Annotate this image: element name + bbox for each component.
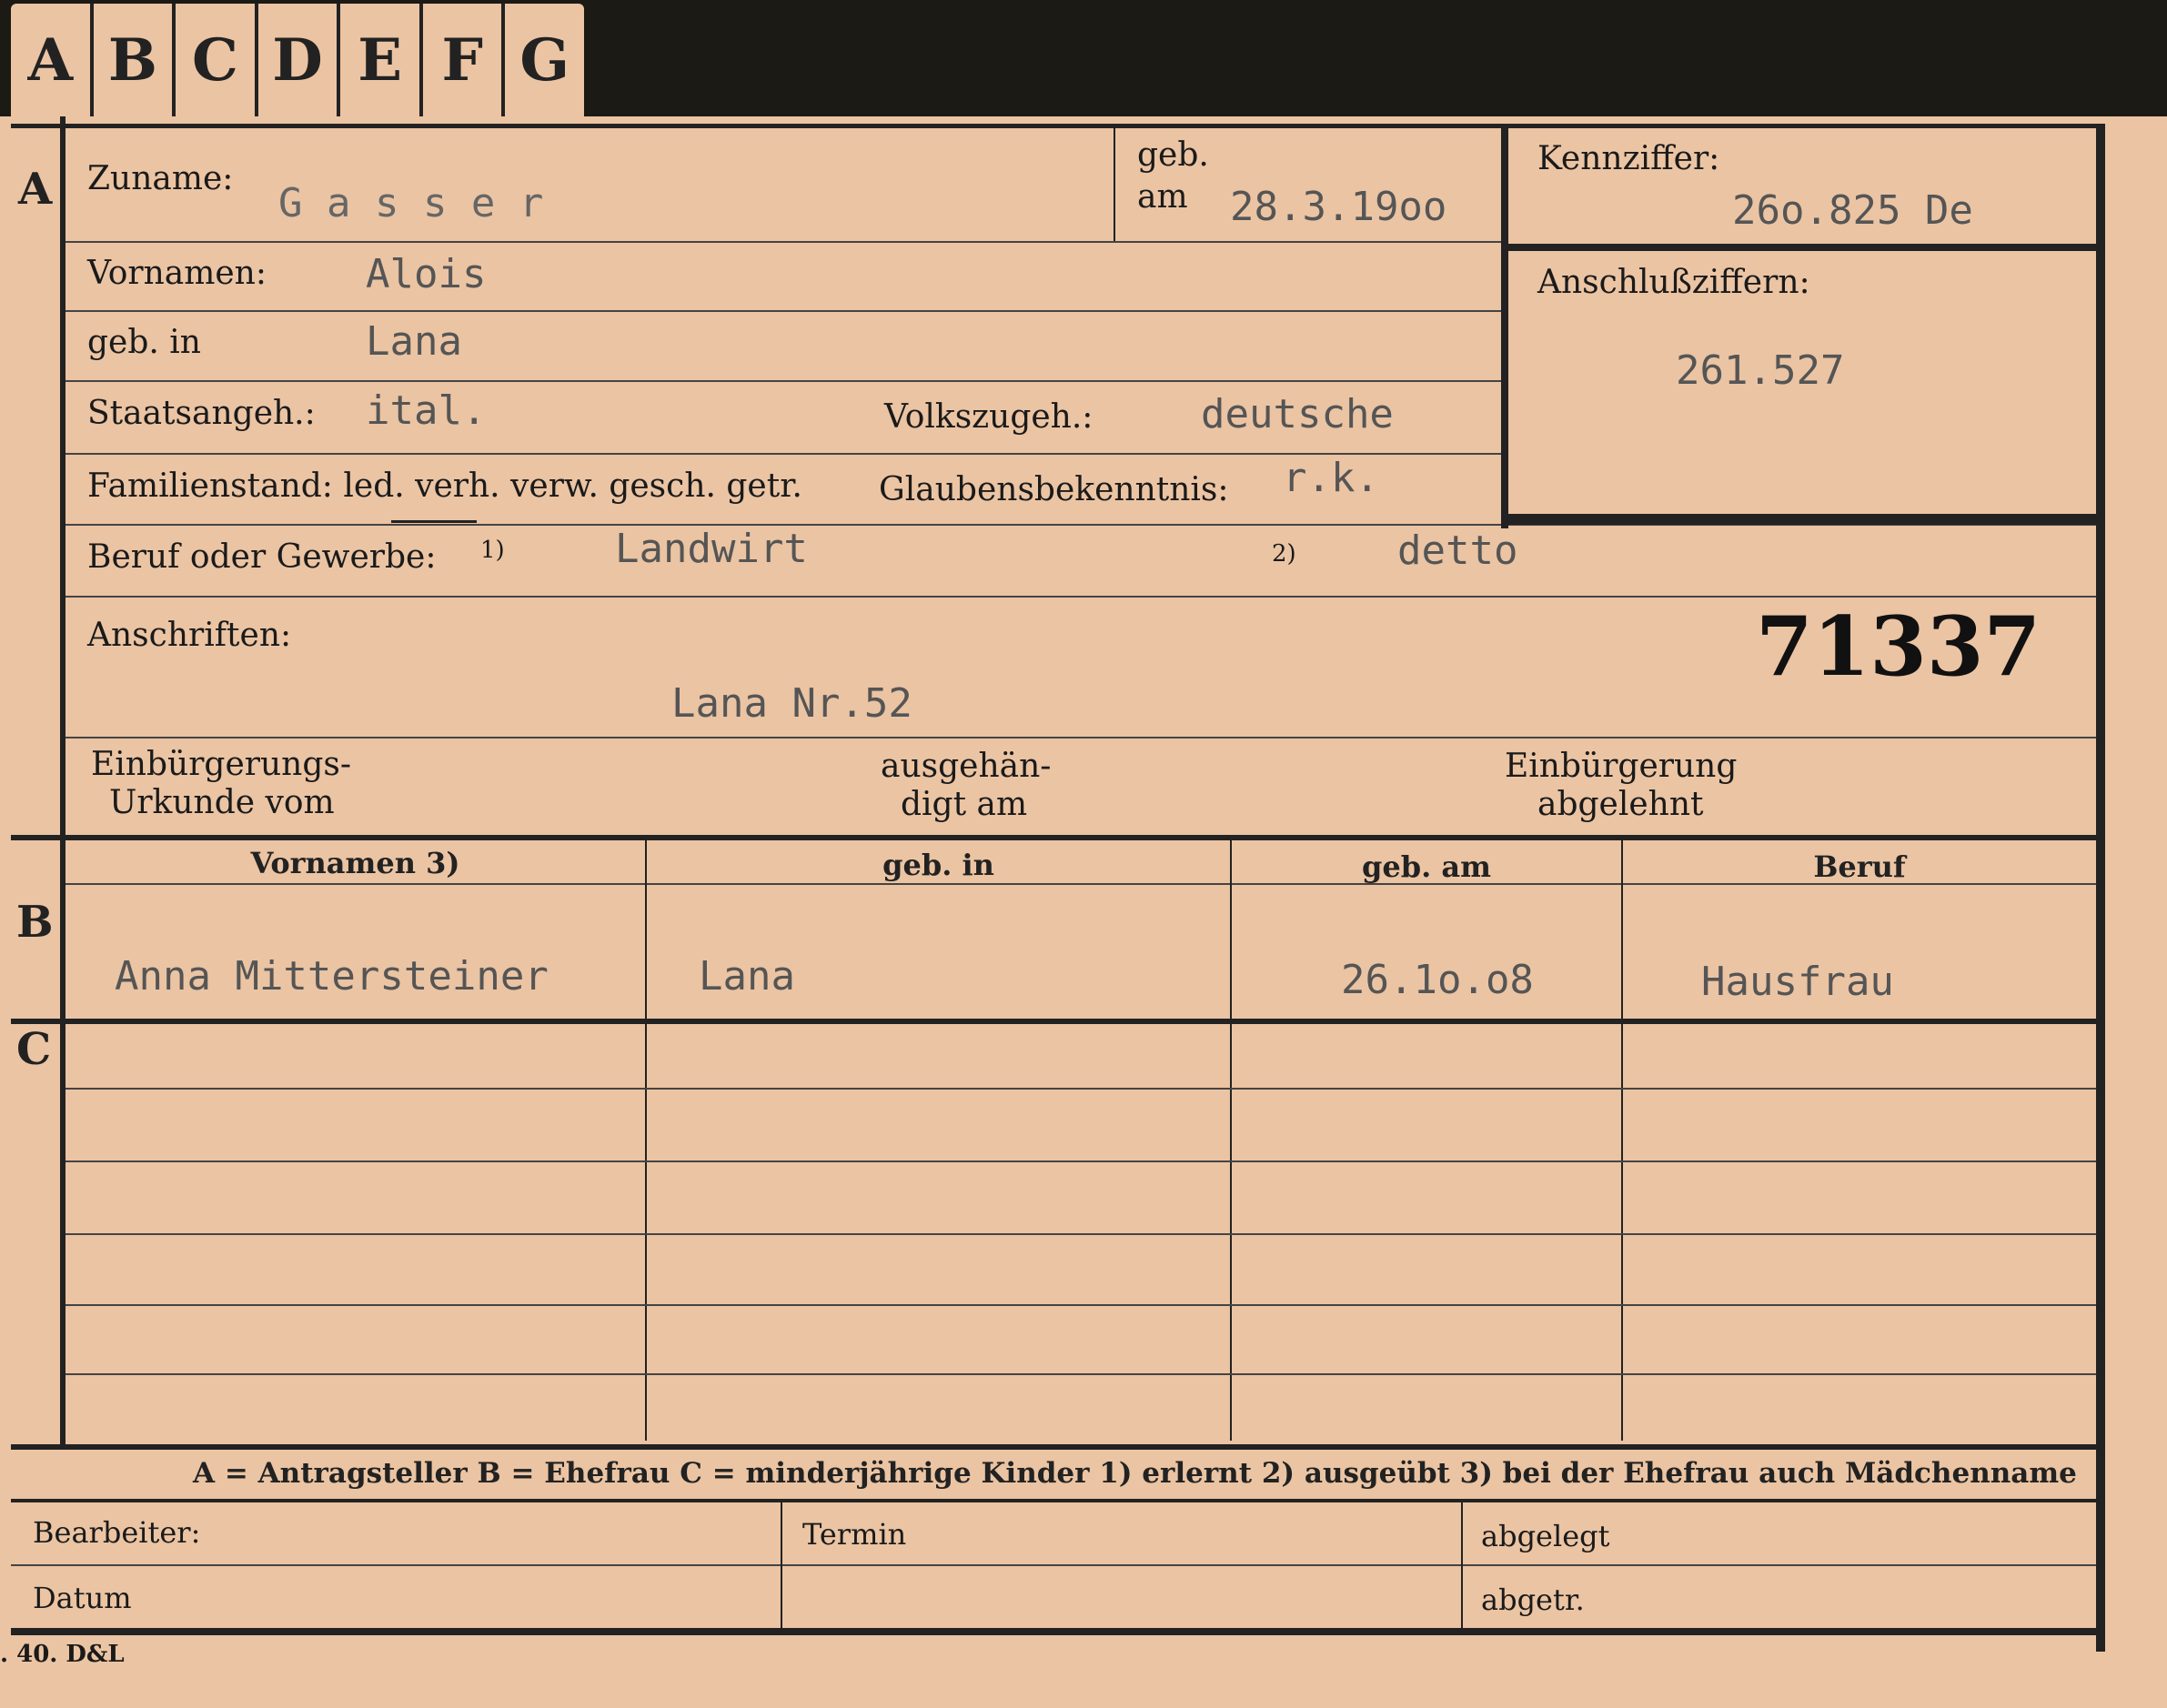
label-ausgehaendigt-1: ausgehän-	[881, 748, 1052, 785]
value-kennziffer: 26o.825 De	[1732, 187, 1973, 234]
value-zuname: G a s s e r	[278, 180, 544, 226]
footnote-1-marker: 1)	[480, 537, 505, 564]
value-geb-am: 28.3.19oo	[1230, 184, 1447, 230]
label-einbuergerung-urkunde-1: Einbürgerungs-	[91, 746, 352, 783]
print-code: . 40. D&L	[0, 1641, 125, 1668]
tab-b: B	[94, 4, 176, 116]
b-row-geb-am: 26.1o.o8	[1341, 957, 1534, 1003]
value-anschlussziffer: 261.527	[1676, 347, 1845, 394]
b-row-geb-in: Lana	[699, 953, 795, 1000]
b-row-beruf: Hausfrau	[1701, 959, 1894, 1005]
value-beruf-erlernt: Landwirt	[615, 526, 808, 572]
label-datum: Datum	[33, 1581, 132, 1615]
b-row-vornamen: Anna Mittersteiner	[115, 953, 549, 1000]
label-termin: Termin	[802, 1517, 907, 1552]
label-kennziffer: Kennziffer:	[1537, 140, 1720, 177]
tab-g: G	[519, 25, 570, 95]
label-einbuergerung-abgelehnt-2: abgelehnt	[1537, 786, 1704, 823]
footer-legend: A = Antragsteller B = Ehefrau C = minder…	[193, 1457, 2077, 1490]
label-bearbeiter: Bearbeiter:	[33, 1515, 201, 1550]
label-anschlussziffern: Anschlußziffern:	[1537, 264, 1810, 301]
footnote-2-marker: 2)	[1272, 540, 1296, 568]
header-beruf: Beruf	[1813, 849, 1906, 884]
section-b-label: B	[16, 897, 54, 948]
value-staatsangeh: ital.	[366, 387, 487, 434]
tab-f: F	[423, 4, 506, 116]
label-abgelegt: abgelegt	[1481, 1519, 1610, 1553]
label-vornamen: Vornamen:	[87, 255, 267, 292]
label-geb: geb.	[1137, 136, 1209, 174]
tab-c: C	[176, 4, 258, 116]
label-ausgehaendigt-2: digt am	[901, 786, 1028, 823]
label-abgetr: abgetr.	[1481, 1582, 1585, 1617]
value-volkszugeh: deutsche	[1201, 391, 1394, 437]
tab-a: A	[11, 4, 94, 116]
label-staatsangeh: Staatsangeh.:	[87, 395, 316, 432]
label-glaubensbekenntnis: Glaubensbekenntnis:	[879, 471, 1229, 508]
label-anschriften: Anschriften:	[87, 617, 292, 654]
header-vornamen: Vornamen 3)	[250, 846, 460, 880]
value-glaubensbekenntnis: r.k.	[1283, 455, 1379, 501]
header-geb-am: geb. am	[1362, 849, 1491, 884]
section-c-label: C	[16, 1024, 52, 1075]
label-beruf: Beruf oder Gewerbe:	[87, 538, 437, 576]
label-geb-in: geb. in	[87, 324, 201, 361]
tab-d: D	[258, 4, 341, 116]
value-vornamen: Alois	[366, 251, 487, 297]
stamp-number: 71337	[1756, 598, 2041, 695]
value-anschrift: Lana Nr.52	[671, 680, 912, 727]
index-tabs: A B C D E F G	[11, 4, 584, 116]
label-einbuergerung-urkunde-2: Urkunde vom	[109, 784, 335, 821]
label-am: am	[1137, 178, 1188, 216]
label-zuname: Zuname:	[87, 160, 234, 197]
label-einbuergerung-abgelehnt-1: Einbürgerung	[1505, 748, 1738, 785]
label-volkszugeh: Volkszugeh.:	[884, 398, 1094, 436]
value-beruf-ausgeuebt: detto	[1397, 527, 1518, 574]
registration-card: A B C Zuname: G a s s e r geb. am 28.3.1…	[0, 116, 2167, 1708]
section-a-label: A	[18, 164, 53, 215]
label-familienstand: Familienstand: led. verh. verw. gesch. g…	[87, 467, 802, 505]
tab-e: E	[340, 4, 423, 116]
header-geb-in: geb. in	[882, 848, 994, 882]
value-geb-in: Lana	[366, 318, 462, 365]
